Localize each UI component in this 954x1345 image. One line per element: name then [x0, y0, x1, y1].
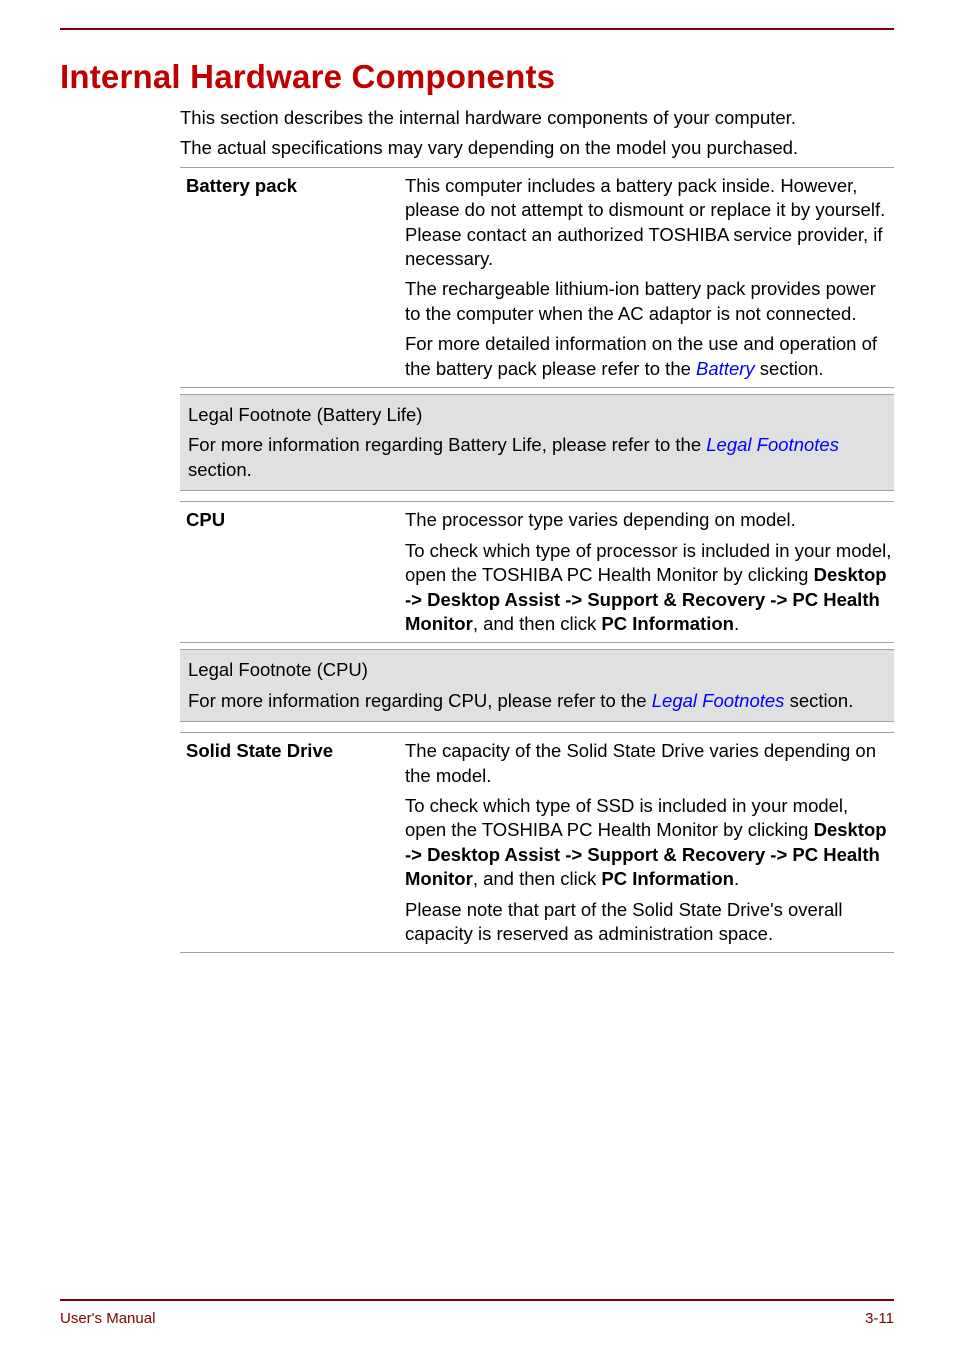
footer-right: 3-11 [865, 1310, 894, 1327]
cpu-footnote-title: Legal Footnote (CPU) [188, 658, 886, 682]
battery-p1: This computer includes a battery pack in… [405, 174, 894, 272]
legal-footnotes-link-1[interactable]: Legal Footnotes [706, 434, 839, 455]
battery-footnote: Legal Footnote (Battery Life) For more i… [180, 394, 894, 491]
cpu-body: The processor type varies depending on m… [405, 508, 894, 636]
ssd-p2: To check which type of SSD is included i… [405, 794, 894, 892]
cpu-footnote-text: For more information regarding CPU, plea… [188, 689, 886, 713]
cpu-spec-table: CPU The processor type varies depending … [180, 501, 894, 643]
battery-footnote-title: Legal Footnote (Battery Life) [188, 403, 886, 427]
cpu-p1: The processor type varies depending on m… [405, 508, 894, 532]
battery-p2: The rechargeable lithium-ion battery pac… [405, 277, 894, 326]
battery-p3: For more detailed information on the use… [405, 332, 894, 381]
page-content: Internal Hardware Components This sectio… [60, 58, 894, 953]
ssd-label: Solid State Drive [180, 739, 405, 946]
bottom-horizontal-rule [60, 1299, 894, 1301]
ssd-spec-table: Solid State Drive The capacity of the So… [180, 732, 894, 953]
battery-label: Battery pack [180, 174, 405, 381]
battery-footnote-text: For more information regarding Battery L… [188, 433, 886, 482]
battery-link[interactable]: Battery [696, 358, 755, 379]
battery-spec-table: Battery pack This computer includes a ba… [180, 167, 894, 388]
intro-block: This section describes the internal hard… [180, 106, 894, 161]
ssd-p3: Please note that part of the Solid State… [405, 898, 894, 947]
ssd-p1: The capacity of the Solid State Drive va… [405, 739, 894, 788]
page-footer: User's Manual 3-11 [60, 1310, 894, 1327]
legal-footnotes-link-2[interactable]: Legal Footnotes [652, 690, 785, 711]
top-horizontal-rule [60, 28, 894, 30]
cpu-footnote: Legal Footnote (CPU) For more informatio… [180, 649, 894, 722]
cpu-p2: To check which type of processor is incl… [405, 539, 894, 637]
footer-left: User's Manual [60, 1310, 155, 1327]
intro-paragraph-2: The actual specifications may vary depen… [180, 136, 894, 160]
ssd-body: The capacity of the Solid State Drive va… [405, 739, 894, 946]
intro-paragraph-1: This section describes the internal hard… [180, 106, 894, 130]
section-heading: Internal Hardware Components [60, 58, 894, 96]
battery-body: This computer includes a battery pack in… [405, 174, 894, 381]
cpu-label: CPU [180, 508, 405, 636]
